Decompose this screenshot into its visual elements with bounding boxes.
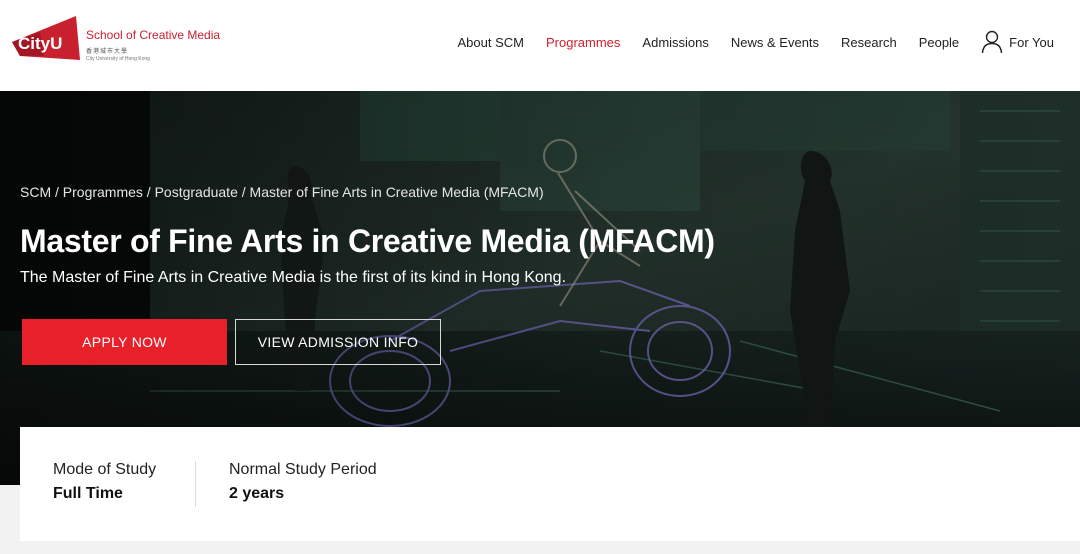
study-period: Normal Study Period 2 years: [229, 461, 377, 503]
user-icon: [981, 30, 1003, 54]
nav-admissions[interactable]: Admissions: [642, 35, 708, 50]
cityu-logo-mark: CityU: [12, 16, 80, 60]
study-period-value: 2 years: [229, 485, 285, 502]
main-nav: About SCM Programmes Admissions News & E…: [436, 30, 1054, 54]
breadcrumb[interactable]: SCM / Programmes / Postgraduate / Master…: [20, 184, 544, 200]
hero-banner: SCM / Programmes / Postgraduate / Master…: [0, 91, 1080, 485]
programme-info-card: Mode of Study Full Time Normal Study Per…: [20, 427, 1080, 541]
apply-now-button[interactable]: APPLY NOW: [22, 319, 227, 365]
logo-english-name: City University of Hong Kong: [86, 56, 150, 62]
nav-about-scm[interactable]: About SCM: [458, 35, 524, 50]
cityu-logo[interactable]: CityU School of Creative Media 香港城市大學 Ci…: [10, 16, 220, 68]
logo-chinese-name: 香港城市大學: [86, 49, 129, 55]
nav-programmes[interactable]: Programmes: [546, 35, 620, 50]
view-admission-info-button[interactable]: VIEW ADMISSION INFO: [235, 319, 441, 365]
nav-news-events[interactable]: News & Events: [731, 35, 819, 50]
nav-people[interactable]: People: [919, 35, 959, 50]
study-period-label: Normal Study Period: [229, 461, 377, 478]
hero-overlay: [0, 91, 1080, 485]
mode-of-study-label: Mode of Study: [53, 461, 157, 478]
site-header: CityU School of Creative Media 香港城市大學 Ci…: [0, 0, 1080, 91]
page-title: Master of Fine Arts in Creative Media (M…: [20, 223, 715, 259]
for-you-label: For You: [1009, 34, 1054, 50]
mode-of-study-value: Full Time: [53, 485, 123, 502]
logo-school-name: School of Creative Media: [86, 28, 221, 42]
page-subtitle: The Master of Fine Arts in Creative Medi…: [20, 269, 567, 286]
nav-research[interactable]: Research: [841, 35, 897, 50]
info-divider: [195, 461, 196, 507]
mode-of-study: Mode of Study Full Time: [53, 461, 156, 503]
svg-text:CityU: CityU: [18, 34, 62, 53]
for-you-button[interactable]: For You: [981, 30, 1054, 54]
logo-text: School of Creative Media 香港城市大學 City Uni…: [86, 28, 220, 62]
